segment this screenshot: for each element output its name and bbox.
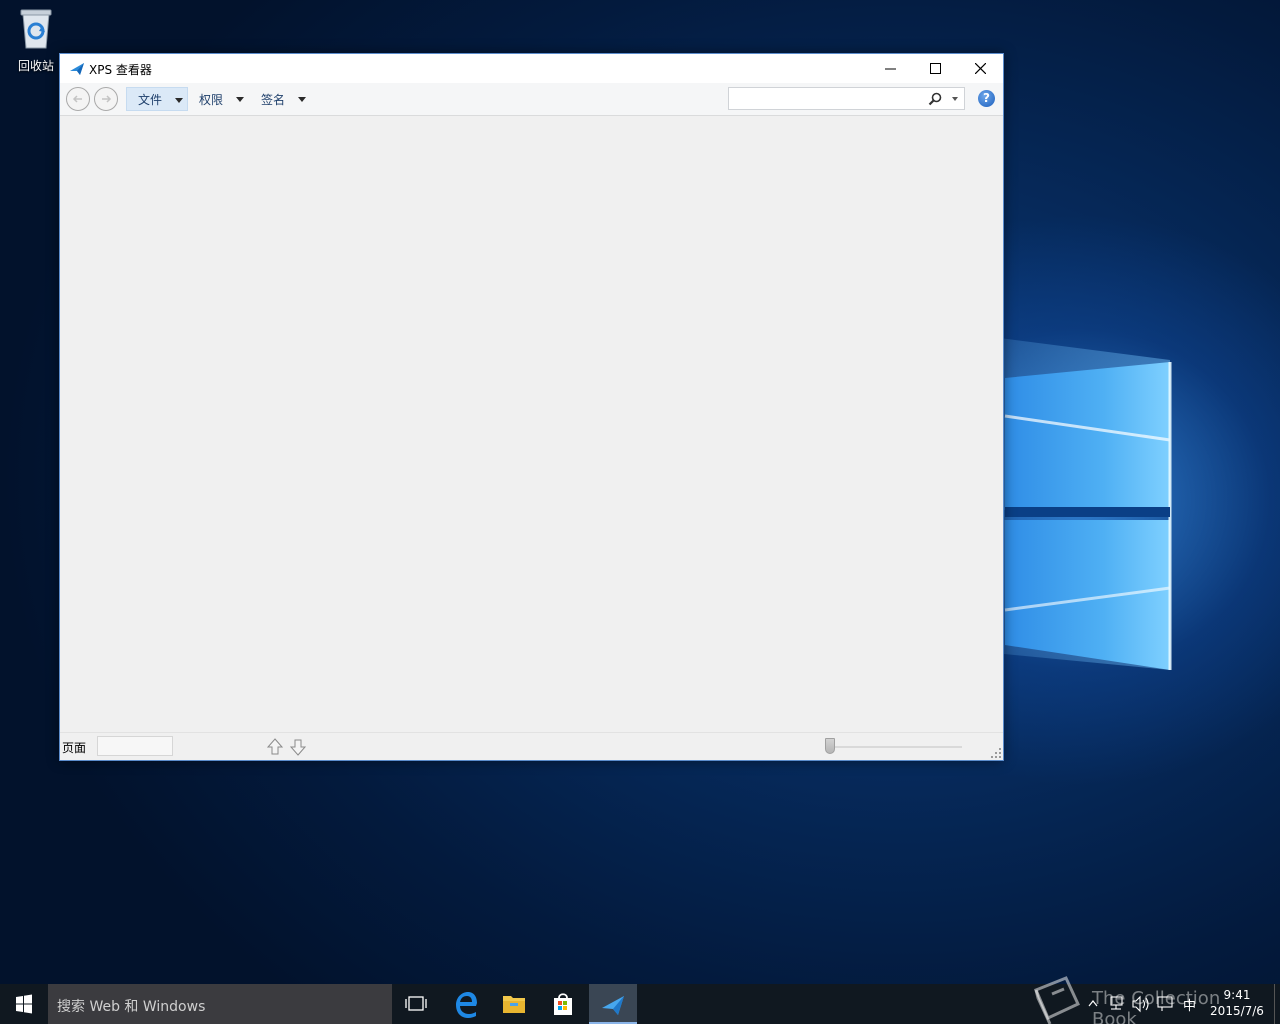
file-explorer-button[interactable]	[490, 984, 538, 1024]
window-title: XPS 查看器	[89, 63, 152, 77]
next-page-icon[interactable]	[290, 738, 306, 756]
maximize-icon	[930, 63, 941, 74]
close-icon	[975, 63, 986, 74]
store-button[interactable]	[539, 984, 587, 1024]
search-options-dropdown[interactable]	[952, 97, 958, 101]
back-forward-buttons[interactable]	[64, 86, 120, 112]
toolbar: 文件 权限 签名 ?	[60, 83, 1003, 116]
show-desktop-button[interactable]	[1274, 984, 1280, 1024]
recycle-bin-shortcut[interactable]: 回收站	[8, 6, 64, 74]
document-viewport[interactable]	[60, 116, 1003, 733]
taskbar-search-placeholder: 搜索 Web 和 Windows	[57, 999, 206, 1015]
edge-icon	[456, 992, 477, 1018]
search-box	[728, 87, 965, 110]
title-bar[interactable]: XPS 查看器	[60, 54, 1003, 83]
book-logo-icon	[1034, 976, 1080, 1024]
search-input[interactable]	[733, 90, 927, 108]
status-bar: 页面	[60, 732, 1003, 760]
minimize-icon	[885, 68, 896, 70]
recycle-bin-icon	[20, 9, 52, 49]
maximize-button[interactable]	[913, 54, 958, 83]
xps-viewer-window: XPS 查看器 文件 权限 签名 ? 页面	[59, 53, 1004, 761]
signatures-menu[interactable]: 签名	[250, 87, 312, 111]
folder-icon	[503, 996, 525, 1013]
chevron-down-icon	[236, 97, 244, 102]
zoom-slider-thumb[interactable]	[825, 738, 835, 754]
chevron-down-icon	[175, 98, 183, 103]
taskbar-search-box[interactable]: 搜索 Web 和 Windows	[48, 984, 392, 1024]
chevron-down-icon	[298, 97, 306, 102]
permissions-menu[interactable]: 权限	[188, 87, 250, 111]
xps-app-icon	[70, 63, 84, 75]
store-bag-icon	[554, 993, 572, 1015]
permissions-menu-label: 权限	[199, 92, 224, 107]
start-button[interactable]	[0, 984, 48, 1024]
recycle-bin-label: 回收站	[17, 59, 54, 73]
xps-viewer-taskbar-button[interactable]	[589, 984, 637, 1024]
signatures-menu-label: 签名	[261, 92, 286, 107]
edge-browser-button[interactable]	[442, 984, 490, 1024]
previous-page-icon[interactable]	[267, 738, 283, 756]
watermark: The Collection Book	[1030, 972, 1270, 1024]
close-button[interactable]	[958, 54, 1003, 83]
page-label: 页面	[62, 741, 87, 755]
resize-grip-icon[interactable]	[991, 748, 1001, 758]
minimize-button[interactable]	[868, 54, 913, 83]
page-number-field[interactable]	[97, 736, 173, 756]
xps-app-icon	[602, 996, 624, 1015]
file-menu-label: 文件	[138, 92, 163, 107]
watermark-text: The Collection Book	[1092, 988, 1221, 1024]
file-menu[interactable]: 文件	[126, 87, 188, 111]
help-icon[interactable]: ?	[978, 90, 995, 107]
windows-start-icon	[16, 994, 32, 1014]
task-view-button[interactable]	[392, 984, 440, 1024]
search-icon[interactable]	[928, 92, 942, 106]
zoom-slider-track[interactable]	[828, 746, 962, 748]
task-view-icon	[405, 996, 427, 1011]
